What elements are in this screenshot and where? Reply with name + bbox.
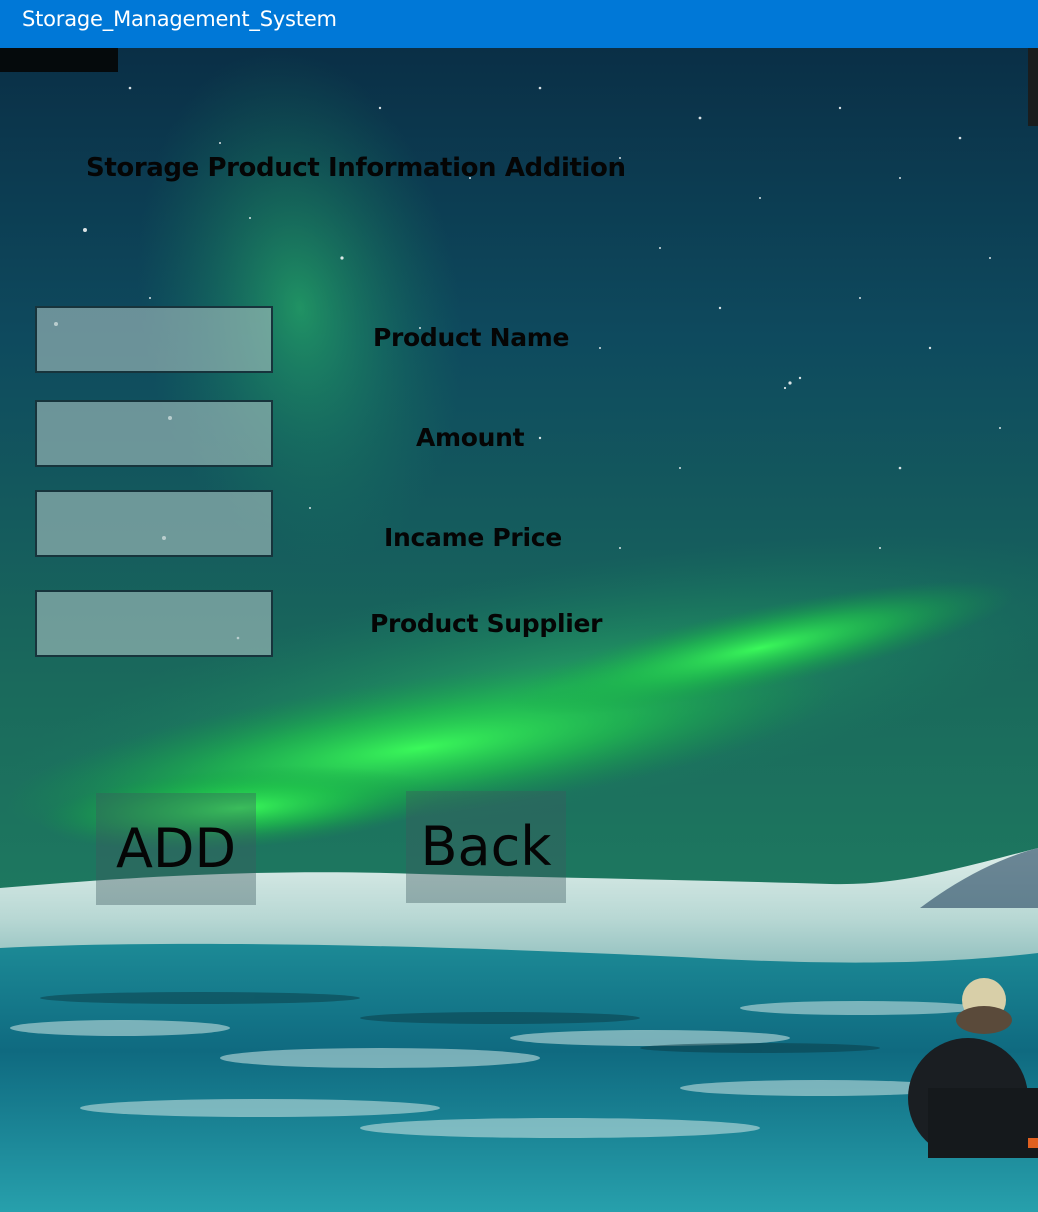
window-titlebar[interactable]: Storage_Management_System: [0, 0, 1038, 48]
window-title: Storage_Management_System: [22, 7, 337, 31]
product-supplier-input[interactable]: [35, 590, 273, 657]
product-supplier-label: Product Supplier: [370, 609, 603, 638]
back-button[interactable]: Back: [406, 791, 566, 903]
scrollbar-edge[interactable]: [1028, 48, 1038, 126]
amount-input[interactable]: [35, 400, 273, 467]
income-price-input[interactable]: [35, 490, 273, 557]
corner-block: [0, 48, 118, 72]
add-button[interactable]: ADD: [96, 793, 256, 905]
product-name-input[interactable]: [35, 306, 273, 373]
amount-label: Amount: [416, 423, 525, 452]
income-price-label: Incame Price: [384, 523, 562, 552]
form-title: Storage Product Information Addition: [86, 153, 626, 183]
app-client-area: Storage Product Information Addition Pro…: [0, 48, 1038, 1212]
product-name-label: Product Name: [373, 323, 570, 352]
